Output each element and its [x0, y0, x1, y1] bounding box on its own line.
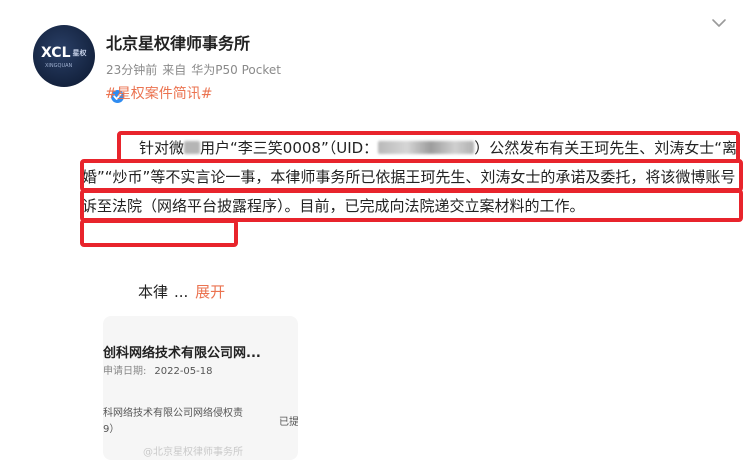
weibo-post: XCL 星权 XINGQUAN 北京星权律师事务所 23分钟前 来自 华为P50 Po…	[0, 0, 751, 468]
post-device: 华为P50 Pocket	[191, 63, 281, 77]
highlight-box	[80, 219, 238, 247]
avatar[interactable]: XCL 星权 XINGQUAN	[33, 25, 126, 105]
attachment-status: 已提	[279, 417, 298, 428]
post-meta: 23分钟前 来自 华为P50 Pocket	[106, 61, 281, 78]
highlight-box	[80, 159, 743, 192]
avatar-tagline: XINGQUAN	[45, 63, 73, 69]
from-label: 来自	[162, 63, 187, 77]
hashtag-link[interactable]: #星权案件简讯#	[105, 83, 212, 103]
chevron-down-icon[interactable]	[709, 16, 729, 30]
author-name[interactable]: 北京星权律师事务所	[106, 30, 250, 54]
post-time[interactable]: 23分钟前	[106, 63, 157, 77]
attachment-card[interactable]: 创科网络技术有限公司网... 申请日期: 2022-05-18 科网络技术有限公司…	[103, 316, 298, 460]
expand-link[interactable]: 展开	[195, 283, 225, 301]
watermark: @北京星权律师事务所	[143, 447, 243, 458]
truncated-text: 本律... 展开	[138, 283, 226, 301]
avatar-logo: XCL 星权	[41, 45, 87, 61]
attachment-title: 创科网络技术有限公司网...	[103, 346, 261, 361]
highlight-box	[80, 189, 743, 222]
attachment-description: 科网络技术有限公司网络侵权责 9）	[103, 408, 243, 435]
attachment-date: 申请日期: 2022-05-18	[103, 366, 213, 377]
